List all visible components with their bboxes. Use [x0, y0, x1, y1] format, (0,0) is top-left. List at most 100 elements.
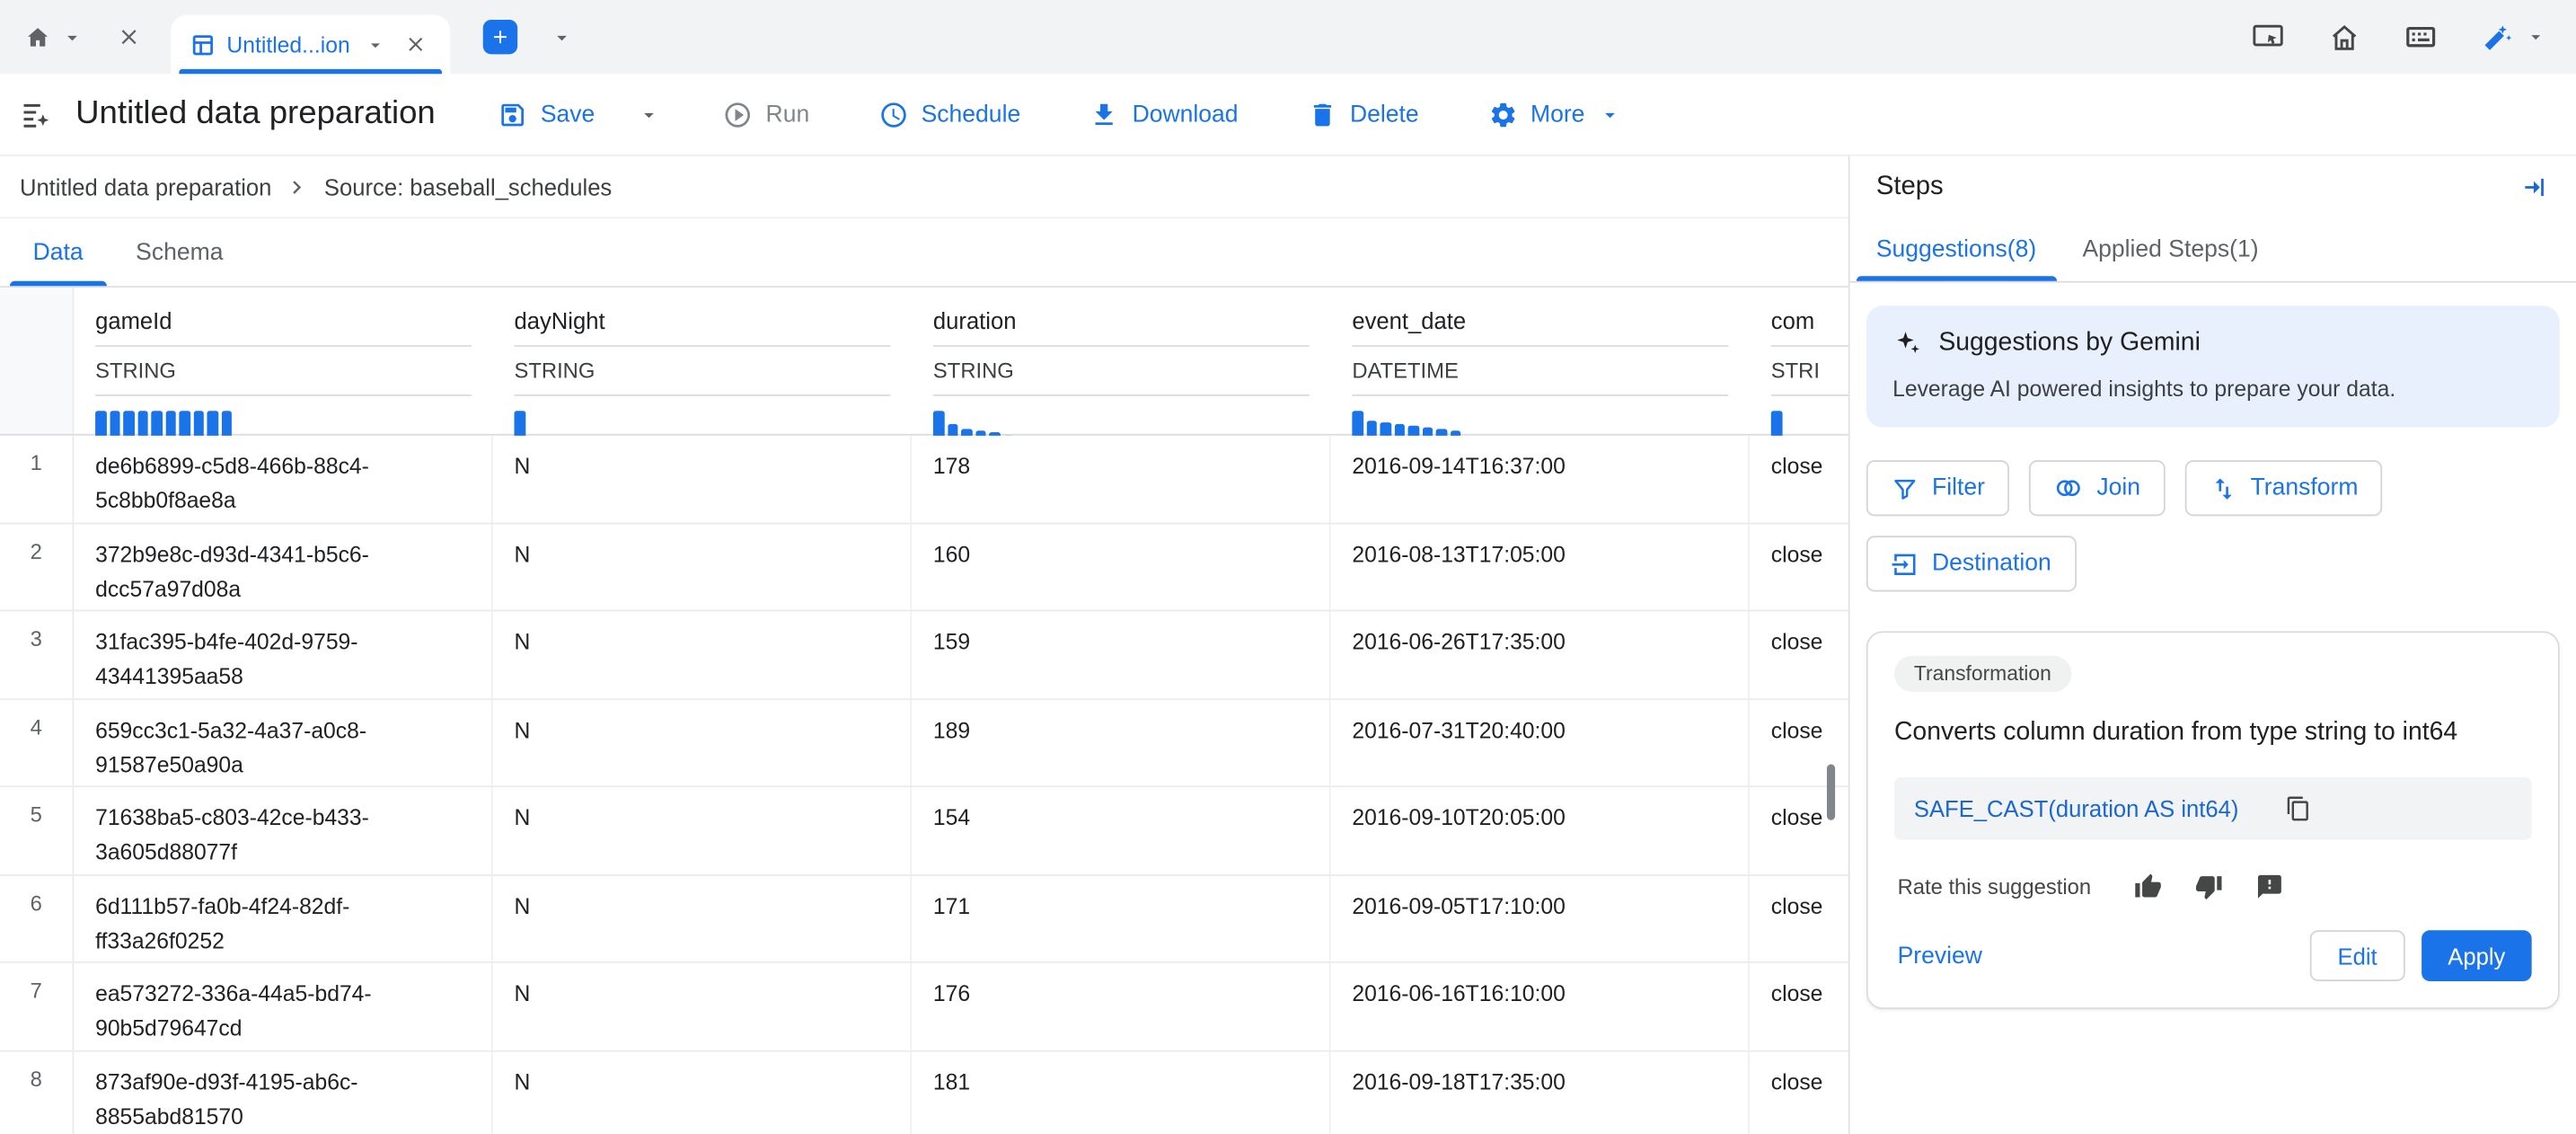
tab-suggestions[interactable]: Suggestions(8) — [1853, 218, 2060, 281]
close-home-tab-button[interactable] — [113, 22, 145, 53]
home-icon — [2328, 21, 2361, 54]
row-number: 7 — [0, 963, 74, 1050]
gemini-assist-button[interactable] — [2477, 17, 2517, 57]
breadcrumb: Untitled data preparation Source: baseba… — [0, 156, 1848, 219]
filter-button[interactable]: Filter — [1866, 460, 2010, 516]
play-circle-icon — [723, 100, 753, 129]
row-number: 8 — [0, 1051, 74, 1134]
keyboard-shortcuts-button[interactable] — [2400, 16, 2441, 58]
table-cell: ea573272-336a-44a5-bd74-90b5d79647cd — [74, 963, 492, 1050]
run-button[interactable]: Run — [703, 84, 829, 144]
destination-arrow-icon — [1891, 550, 1919, 578]
tab-schema[interactable]: Schema — [110, 218, 250, 286]
data-preparation-tab-icon — [190, 32, 215, 57]
breadcrumb-root[interactable]: Untitled data preparation — [20, 173, 271, 199]
table-row[interactable]: 331fac395-b4fe-402d-9759-43441395aa58N15… — [0, 611, 1848, 699]
table-row[interactable]: 66d111b57-fa0b-4f24-82df-ff33a26f0252N17… — [0, 875, 1848, 963]
feedback-button[interactable] — [2252, 870, 2286, 904]
chevron-down-icon — [551, 25, 574, 49]
column-name: dayNight — [515, 307, 891, 347]
table-cell: N — [493, 524, 912, 610]
table-row[interactable]: 7ea573272-336a-44a5-bd74-90b5d79647cdN17… — [0, 963, 1848, 1051]
download-button[interactable]: Download — [1070, 84, 1257, 144]
editor-tab-strip: Untitled...ion — [0, 0, 2576, 74]
close-icon — [404, 33, 428, 57]
save-options-caret[interactable] — [624, 102, 674, 126]
chevron-right-icon — [285, 173, 311, 199]
column-header[interactable]: durationSTRING — [912, 288, 1330, 434]
toolbar: Untitled data preparation Save Run — [0, 74, 2576, 155]
chevron-down-icon — [1598, 102, 1621, 126]
welcome-home-button[interactable] — [2325, 17, 2364, 57]
new-tab-button[interactable] — [483, 20, 517, 54]
table-cell: close — [1750, 436, 1848, 522]
vertical-scrollbar[interactable] — [1827, 765, 1835, 820]
table-cell: 189 — [912, 699, 1330, 785]
sql-expression[interactable]: SAFE_CAST(duration AS int64) — [1914, 795, 2239, 821]
column-name: gameId — [95, 307, 472, 347]
table-row[interactable]: 4659cc3c1-5a32-4a37-a0c8-91587e50a90aN18… — [0, 699, 1848, 787]
home-tab-caret[interactable] — [57, 22, 87, 52]
cloud-shell-button[interactable] — [2247, 16, 2289, 58]
feedback-icon — [2255, 873, 2283, 900]
table-row[interactable]: 2372b9e8c-d93d-4341-b5c6-dcc57a97d08aN16… — [0, 524, 1848, 612]
apply-button[interactable]: Apply — [2422, 930, 2532, 981]
table-row[interactable]: 1de6b6899-c5d8-466b-88c4-5c8bb0f8ae8aN17… — [0, 436, 1848, 524]
table-cell: 31fac395-b4fe-402d-9759-43441395aa58 — [74, 611, 492, 697]
rate-label: Rate this suggestion — [1898, 874, 2091, 899]
table-cell: 2016-07-31T20:40:00 — [1331, 699, 1750, 785]
delete-button[interactable]: Delete — [1287, 84, 1438, 144]
table-cell: close — [1750, 524, 1848, 610]
column-header[interactable]: dayNightSTRING — [493, 288, 912, 434]
destination-button[interactable]: Destination — [1866, 536, 2076, 591]
tab-list-caret[interactable] — [547, 22, 577, 52]
column-header[interactable]: gameIdSTRING — [74, 288, 492, 434]
data-preparation-icon — [20, 98, 53, 131]
thumb-down-icon — [2194, 873, 2222, 900]
table-cell: 2016-06-16T16:10:00 — [1331, 963, 1750, 1050]
thumb-down-button[interactable] — [2192, 870, 2226, 904]
column-header[interactable]: comSTRI — [1750, 288, 1848, 434]
row-number: 2 — [0, 524, 74, 610]
row-number: 1 — [0, 436, 74, 522]
edit-button[interactable]: Edit — [2309, 930, 2404, 981]
table-cell: close — [1750, 611, 1848, 697]
thumb-up-button[interactable] — [2130, 870, 2165, 904]
column-header[interactable]: event_dateDATETIME — [1331, 288, 1750, 434]
table-cell: N — [493, 699, 912, 785]
filter-funnel-icon — [1891, 474, 1919, 502]
terminal-cursor-icon — [2251, 20, 2285, 54]
schedule-button[interactable]: Schedule — [859, 84, 1040, 144]
row-number: 3 — [0, 611, 74, 697]
table-cell: 159 — [912, 611, 1330, 697]
gemini-banner-title: Suggestions by Gemini — [1938, 329, 2201, 359]
save-button[interactable]: Save — [478, 84, 614, 144]
table-row[interactable]: 571638ba5-c803-42ce-b433-3a605d88077fN15… — [0, 787, 1848, 875]
gemini-assist-caret[interactable] — [2522, 23, 2550, 51]
row-number-header — [0, 288, 74, 434]
home-tab-button[interactable] — [20, 19, 56, 55]
active-editor-tab[interactable]: Untitled...ion — [171, 14, 450, 74]
tab-options-caret[interactable] — [361, 31, 389, 58]
row-number: 5 — [0, 787, 74, 873]
transform-button[interactable]: Transform — [2184, 460, 2382, 516]
table-cell: 2016-08-13T17:05:00 — [1331, 524, 1750, 610]
table-cell: 372b9e8c-d93d-4341-b5c6-dcc57a97d08a — [74, 524, 492, 610]
tab-applied-steps[interactable]: Applied Steps(1) — [2060, 218, 2281, 281]
copy-button[interactable] — [2281, 793, 2315, 826]
transformation-chip: Transformation — [1894, 656, 2071, 692]
preview-button[interactable]: Preview — [1898, 943, 1982, 969]
close-active-tab-button[interactable] — [401, 30, 430, 59]
table-cell: close — [1750, 1051, 1848, 1134]
collapse-panel-button[interactable] — [2517, 169, 2553, 205]
table-cell: 171 — [912, 875, 1330, 961]
breadcrumb-source[interactable]: Source: baseball_schedules — [324, 173, 612, 199]
join-button[interactable]: Join — [2029, 460, 2165, 516]
more-button[interactable]: More — [1469, 84, 1641, 144]
tab-data[interactable]: Data — [6, 218, 110, 286]
gemini-sparkle-icon — [1892, 329, 1922, 359]
table-row[interactable]: 8873af90e-d93f-4195-ab6c-8855abd81570N18… — [0, 1051, 1848, 1134]
table-cell: 178 — [912, 436, 1330, 522]
thumb-up-icon — [2134, 873, 2162, 900]
data-grid: gameIdSTRINGdayNightSTRINGdurationSTRING… — [0, 288, 1848, 1134]
